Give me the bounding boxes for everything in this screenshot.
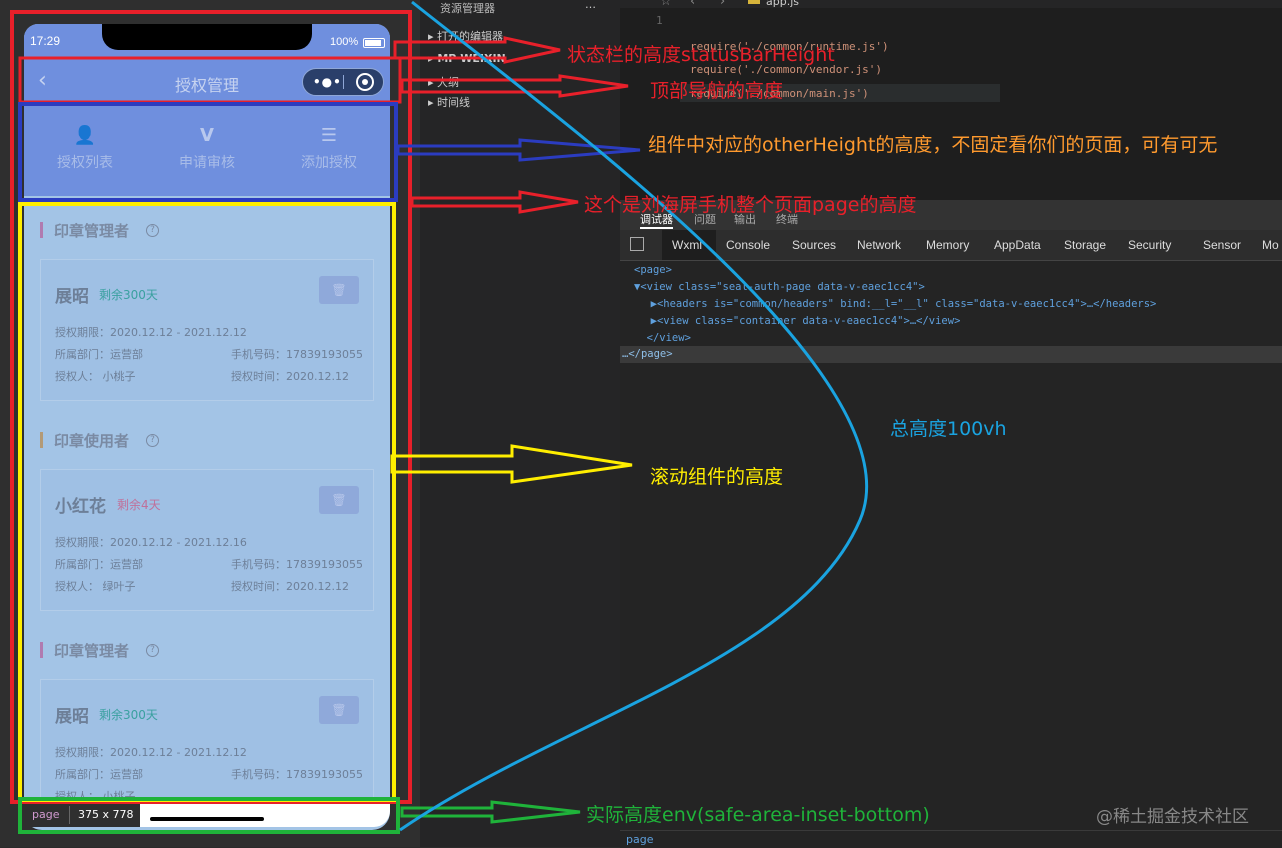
annotation-overlay (10, 0, 869, 834)
annotation-safe-area: 实际高度env(safe-area-inset-bottom) (586, 804, 930, 826)
annotation-total-height: 总高度100vh (890, 418, 1007, 440)
other-height-frame (18, 102, 398, 202)
status-arrow (393, 36, 561, 64)
annotation-scroll-height: 滚动组件的高度 (650, 466, 784, 488)
page-frame (10, 10, 412, 804)
annotation-nav-height: 顶部导航的高度 (650, 80, 784, 102)
page-arrow (410, 190, 579, 214)
watermark: @稀土掘金技术社区 (1096, 807, 1249, 827)
annotation-other-height: 组件中对应的otherHeight的高度，不固定看你们的页面，可有可无 (648, 134, 1218, 156)
nav-arrow (400, 74, 629, 98)
nav-frame (18, 56, 402, 104)
scroll-arrow (390, 444, 633, 484)
annotation-status-height: 状态栏的高度statusBarHeight (567, 44, 835, 66)
scroll-frame (18, 202, 396, 802)
annotation-page-height: 这个是刘海屏手机整个页面page的高度 (584, 194, 917, 216)
other-arrow (396, 138, 641, 162)
total-height-curve (399, 0, 869, 832)
